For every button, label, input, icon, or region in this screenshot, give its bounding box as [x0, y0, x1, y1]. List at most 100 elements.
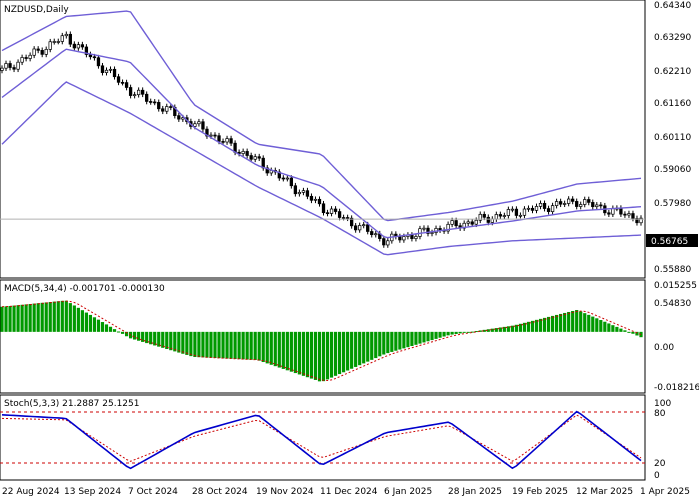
candle-body — [382, 238, 386, 246]
candle-body — [591, 202, 595, 208]
macd-bar — [16, 305, 20, 332]
candle-body — [494, 214, 498, 220]
macd-bar — [454, 331, 458, 334]
candle-body — [48, 41, 52, 50]
price-tick: 0.63290 — [654, 33, 691, 43]
candle-body — [36, 48, 40, 51]
macd-bar — [205, 331, 209, 358]
macd-bar — [76, 307, 80, 332]
macd-bar — [362, 331, 366, 364]
macd-bar — [281, 331, 285, 369]
candle-body — [201, 121, 205, 130]
candle-body — [40, 50, 44, 55]
macd-bar — [189, 331, 193, 357]
macd-bar — [4, 306, 8, 332]
macd-bar — [293, 331, 297, 374]
macd-bar — [458, 331, 462, 334]
trading-chart-window[interactable]: NZDUSD,Daily MACD(5,34,4) -0.001701 -0.0… — [0, 0, 699, 500]
macd-bar — [599, 320, 603, 332]
candle-body — [301, 190, 306, 193]
macd-bar — [305, 331, 310, 378]
macd-bar — [426, 331, 430, 342]
candle-body — [554, 201, 559, 206]
candle-body — [309, 195, 314, 201]
date-tick: 19 Feb 2025 — [512, 487, 568, 497]
candle-body — [470, 221, 474, 225]
price-tick: 0.60110 — [654, 133, 691, 143]
candle-body — [209, 134, 213, 137]
candle-body — [518, 214, 523, 217]
candle-body — [32, 48, 36, 56]
macd-bar — [84, 312, 88, 332]
date-tick: 1 Apr 2025 — [640, 487, 690, 497]
candle-body — [599, 204, 603, 207]
macd-bar — [406, 331, 410, 348]
candle-body — [329, 208, 334, 214]
date-tick: 19 Nov 2024 — [256, 487, 314, 497]
candle-body — [60, 35, 64, 42]
candle-body — [550, 205, 555, 212]
candle-body — [466, 221, 470, 224]
candle-body — [52, 41, 56, 43]
candle-body — [562, 203, 567, 205]
macd-bar — [289, 331, 293, 372]
candle-body — [177, 115, 181, 120]
macd-bar — [161, 331, 165, 348]
candle-body — [430, 232, 434, 234]
macd-bar — [48, 302, 52, 332]
macd-bar — [52, 301, 56, 332]
macd-bar — [213, 331, 217, 358]
macd-bar — [490, 328, 494, 332]
candle-body — [414, 236, 418, 239]
candle-body — [153, 101, 157, 104]
macd-bar — [603, 321, 607, 332]
macd-bar — [434, 331, 438, 339]
candle-body — [305, 190, 310, 197]
macd-bar — [253, 331, 257, 360]
macd-axis[interactable]: 0.015255 0.00 -0.018216 — [654, 281, 699, 393]
candle-body — [104, 69, 109, 73]
macd-bar — [555, 314, 559, 332]
candle-body — [313, 198, 318, 201]
candle-body — [24, 57, 28, 59]
macd-bar — [538, 318, 543, 332]
candle-body — [213, 134, 217, 137]
macd-bar — [309, 331, 314, 379]
macd-bar — [137, 331, 141, 341]
candle-body — [579, 204, 583, 207]
price-tick: 0.55880 — [654, 265, 691, 275]
macd-bar — [221, 331, 225, 359]
macd-bar — [438, 331, 442, 338]
candle-body — [145, 93, 149, 102]
macd-tick: 0.015255 — [654, 281, 697, 291]
chart-canvas[interactable]: NZDUSD,Daily MACD(5,34,4) -0.001701 -0.0… — [0, 0, 699, 500]
candle-body — [362, 224, 366, 227]
candle-body — [317, 198, 322, 205]
macd-tick: -0.018216 — [654, 383, 699, 393]
macd-bar — [165, 331, 169, 350]
candle-body — [108, 68, 113, 71]
candle-body — [530, 207, 535, 211]
macd-tick: 0.00 — [654, 343, 674, 353]
macd-bar — [181, 331, 185, 354]
candle-body — [627, 213, 631, 216]
candle-body — [538, 202, 543, 207]
time-axis[interactable]: 22 Aug 2024 13 Sep 2024 7 Oct 2024 28 Oc… — [2, 487, 690, 497]
candle-body — [558, 201, 563, 205]
candle-body — [534, 206, 539, 211]
macd-bar — [120, 331, 125, 334]
macd-bar — [233, 331, 237, 359]
macd-bar — [350, 331, 354, 369]
macd-bar — [0, 306, 4, 332]
macd-bar — [398, 331, 402, 350]
candle-body — [132, 94, 137, 97]
candle-body — [100, 65, 105, 73]
macd-bar — [108, 326, 113, 332]
price-panel[interactable] — [0, 0, 646, 279]
candle-body — [72, 43, 76, 49]
candle-body — [514, 208, 519, 216]
stoch-axis[interactable]: 100 80 20 0 — [654, 399, 671, 481]
macd-bar — [595, 318, 599, 332]
macd-bar — [285, 331, 289, 371]
price-axis[interactable]: 0.64340 0.63290 0.62210 0.61160 0.60110 … — [646, 1, 698, 309]
